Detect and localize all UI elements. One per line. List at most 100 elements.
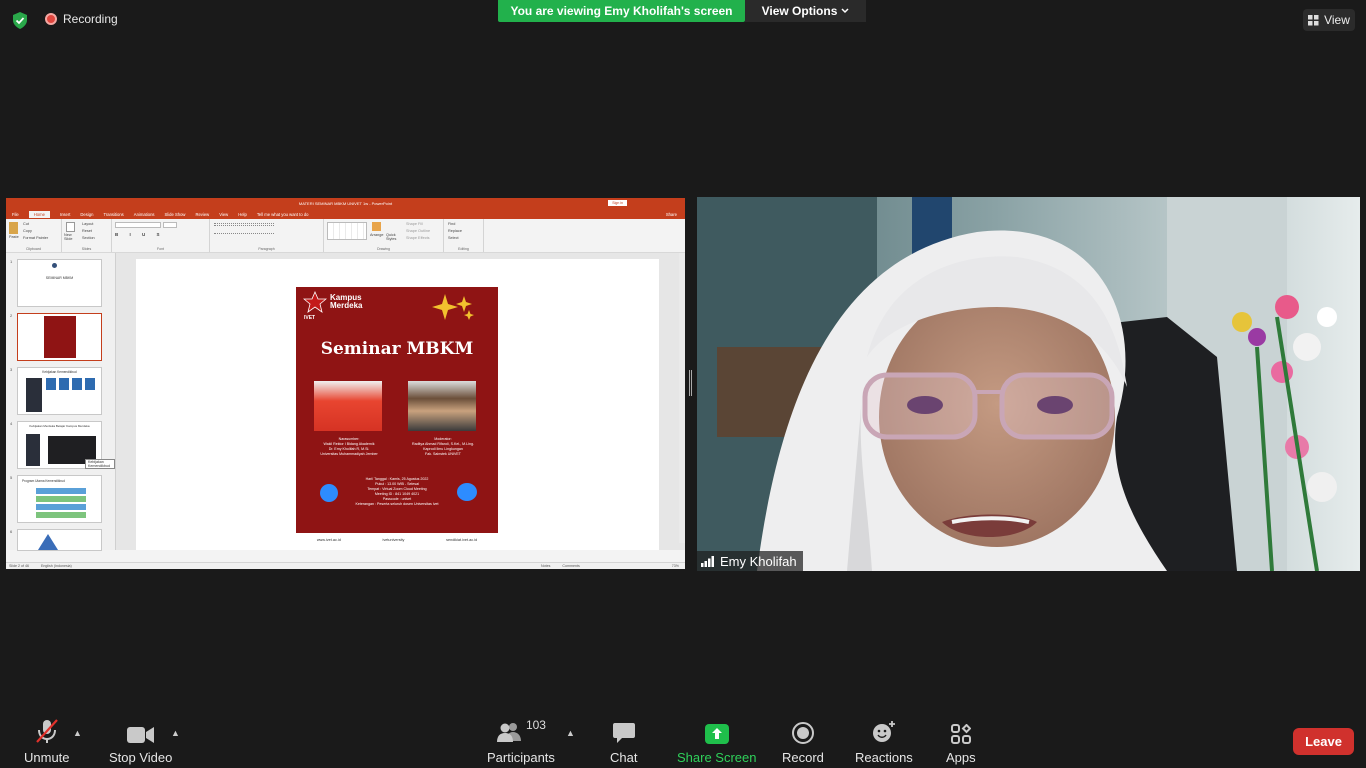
participants-button[interactable]: 103 Participants — [487, 718, 555, 765]
leave-button[interactable]: Leave — [1293, 728, 1354, 755]
sparkle-icon — [432, 294, 474, 320]
ppt-tab-transitions: Transitions — [103, 211, 124, 217]
footer-email: sendikiat.ivet.ac.id — [446, 538, 478, 542]
poster-brand: Kampus Merdeka — [330, 294, 362, 310]
group-label-font: Font — [156, 247, 164, 251]
reactions-label: Reactions — [855, 750, 913, 765]
group-label-slides: Slides — [81, 247, 92, 251]
participants-options-caret-icon[interactable]: ▲ — [566, 728, 575, 738]
thumb-photo — [26, 434, 40, 466]
font-name-box — [115, 222, 161, 228]
thumb-number: 1 — [10, 259, 13, 264]
thumb-logo — [52, 263, 57, 268]
copy-label: Copy — [23, 229, 32, 233]
ppt-share: Share — [665, 211, 677, 217]
ppt-tab-design: Design — [80, 211, 94, 217]
layout-label: Layout — [82, 222, 94, 226]
participants-label: Participants — [487, 750, 555, 765]
record-label: Record — [782, 750, 824, 765]
signal-strength-icon — [701, 555, 714, 567]
ppt-ribbon: Paste Cut Copy Format Painter Clipboard … — [6, 219, 685, 253]
thumb-title-1: SEMINAR MBKM — [45, 276, 74, 280]
slide-thumbnail-2-selected — [17, 313, 102, 361]
shared-screen[interactable]: MATERI SEMINAR MBKM UNIVET 1w - PowerPoi… — [6, 198, 685, 569]
ribbon-group-editing: Find Replace Select Editing — [444, 219, 484, 252]
shapes-gallery — [327, 222, 367, 240]
alignment-controls — [214, 233, 274, 236]
group-label-clipboard: Clipboard — [26, 247, 41, 251]
moderator-photo — [408, 381, 476, 431]
apps-icon — [950, 724, 971, 744]
ppt-tab-help: Help — [238, 211, 247, 217]
chat-button[interactable]: Chat — [610, 720, 637, 765]
unmute-label: Unmute — [24, 750, 70, 765]
video-camera-icon — [126, 727, 154, 743]
grid-view-icon — [1308, 14, 1319, 25]
layout-splitter-handle[interactable] — [689, 370, 692, 396]
group-label-paragraph: Paragraph — [258, 247, 275, 251]
replace-label: Replace — [448, 229, 462, 233]
thumb-number: 4 — [10, 421, 13, 426]
thumb-number: 6 — [10, 529, 13, 534]
comments-button: Comments — [562, 564, 580, 568]
slide-scrollbar — [679, 253, 685, 543]
audio-options-caret-icon[interactable]: ▲ — [73, 728, 82, 738]
apps-label: Apps — [946, 750, 976, 765]
shape-fill-label: Shape Fill — [406, 222, 423, 226]
format-painter-label: Format Painter — [23, 236, 49, 240]
moderator-caption-4: Fak. Sainstek UNIVET — [425, 452, 461, 456]
ppt-status-bar: Slide 2 of 46 English (Indonesia) Notes … — [6, 562, 685, 569]
ppt-tab-view: View — [219, 211, 229, 217]
notes-button: Notes — [541, 564, 551, 568]
quick-styles-label: Quick Styles — [386, 233, 397, 241]
thumb-title-4: Kebijakan Merdeka Belajar Kampus Merdeka — [29, 424, 90, 428]
security-shield-icon[interactable] — [12, 12, 28, 29]
ribbon-group-slides: New Slide Layout Reset Section Slides — [62, 219, 112, 252]
ribbon-group-font: B I U S Font — [112, 219, 210, 252]
ppt-app-title: MATERI SEMINAR MBKM UNIVET 1w - PowerPoi… — [298, 201, 393, 206]
slide-canvas: IVET Kampus Merdeka Seminar MBKM Narasum… — [136, 259, 659, 550]
recording-indicator[interactable]: Recording — [45, 12, 118, 26]
stop-video-button[interactable]: Stop Video — [109, 720, 172, 765]
new-slide-icon — [66, 222, 75, 232]
slide-thumbnail-5: Program Utama Kemendikbud — [17, 475, 102, 523]
unmute-button[interactable]: Unmute — [24, 719, 70, 765]
paste-icon — [9, 222, 18, 234]
cut-label: Cut — [23, 222, 29, 226]
thumb-title-5: Program Utama Kemendikbud — [22, 479, 65, 483]
paragraph-controls — [214, 223, 274, 226]
event-info-6: Keterangan : Peserta seluruh dosen Unive… — [355, 502, 439, 506]
footer-instagram: ivetuniversity — [382, 538, 405, 542]
seminar-poster: IVET Kampus Merdeka Seminar MBKM Narasum… — [296, 287, 498, 533]
participant-video — [697, 197, 1360, 571]
view-options-button[interactable]: View Options — [745, 0, 866, 22]
microphone-muted-icon — [35, 719, 58, 743]
speaker-caption: Narasumber: Wakil Rektor I Bidang Akadem… — [304, 437, 394, 457]
apps-button[interactable]: Apps — [946, 720, 976, 765]
video-options-caret-icon[interactable]: ▲ — [171, 728, 180, 738]
record-button[interactable]: Record — [782, 720, 824, 765]
ppt-ribbon-tabs: File Home Insert Design Transitions Anim… — [6, 209, 685, 219]
ppt-tab-animations: Animations — [133, 211, 155, 217]
ribbon-group-drawing: Arrange Quick Styles Shape Fill Shape Ou… — [324, 219, 444, 252]
event-info: Hari/ Tanggal : Kamis, 25 Agustus 2022 P… — [336, 477, 458, 507]
view-button[interactable]: View — [1303, 9, 1355, 31]
slide-thumbnail-6 — [17, 529, 102, 551]
participant-video-tile[interactable] — [697, 197, 1360, 571]
language: English (Indonesia) — [40, 564, 72, 568]
thumb-photo — [26, 378, 42, 412]
ivet-logo-icon — [303, 291, 327, 313]
reactions-button[interactable]: Reactions — [855, 720, 913, 765]
share-screen-button[interactable]: Share Screen — [677, 720, 757, 765]
univet-badge-icon — [457, 483, 477, 501]
poster-footer: www.ivet.ac.id ivetuniversity sendikiat.… — [296, 535, 498, 545]
view-label: View — [1324, 13, 1350, 27]
thumb-pyramid — [38, 534, 58, 550]
arrange-icon — [372, 222, 381, 231]
section-label: Section — [82, 236, 95, 240]
thumb-poster — [44, 316, 76, 358]
recording-dot-icon — [45, 13, 57, 25]
paste-label: Paste — [9, 235, 19, 239]
group-label-editing: Editing — [458, 247, 469, 251]
ppt-tell-me: Tell me what you want to do — [256, 211, 309, 217]
